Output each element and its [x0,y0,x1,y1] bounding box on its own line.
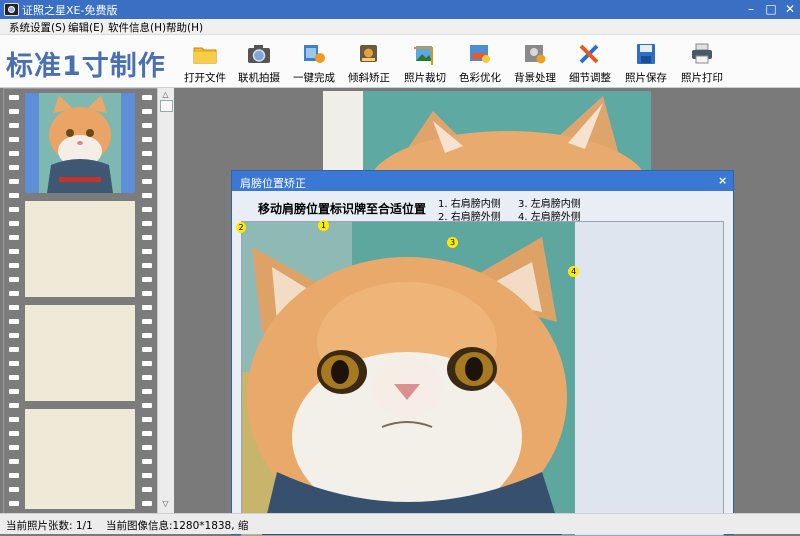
scroll-thumb[interactable] [160,100,173,112]
shoulder-marker-4[interactable]: 4 [568,266,579,277]
background-icon [525,45,546,64]
crop-icon [414,46,433,65]
shoulder-correction-dialog: 肩膀位置矫正 × 移动肩膀位置标识牌至合适位置 1. 右肩膀内侧 2. 右肩膀外… [231,170,734,536]
minimize-icon[interactable]: – [742,1,760,17]
color-optimize-button[interactable]: 色彩优化 [452,40,508,84]
menu-help[interactable]: 帮助(H) [166,20,203,35]
menu-edit[interactable]: 编辑(E) [68,20,104,35]
dialog-title-bar: 肩膀位置矫正 × [232,171,733,191]
open-file-button[interactable]: 打开文件 [177,40,233,84]
dialog-title: 肩膀位置矫正 [240,177,306,190]
scroll-down-icon[interactable]: ▽ [160,498,171,509]
window-title: 证照之星XE-免费版 [22,4,118,17]
tilt-correct-button[interactable]: 倾斜矫正 [341,40,397,84]
menu-software-info[interactable]: 软件信息(H) [108,20,166,35]
tilt-correct-icon [360,45,377,62]
online-capture-button[interactable]: 联机拍摄 [231,40,287,84]
folder-icon [193,47,217,64]
save-icon [637,44,655,64]
menu-system-settings[interactable]: 系统设置(S) [9,20,66,35]
shoulder-marker-2[interactable]: 2 [236,222,246,233]
photo-canvas[interactable]: 1 2 3 4 [236,220,724,536]
film-holes-right [141,89,153,514]
image-info-status: 当前图像信息:1280*1838, 缩 [106,520,249,532]
shoulder-marker-1[interactable]: 1 [318,220,329,231]
one-click-icon [304,45,325,63]
background-process-button[interactable]: 背景处理 [507,40,563,84]
shoulder-marker-3[interactable]: 3 [447,237,458,248]
maximize-icon[interactable]: □ [762,1,780,17]
photo-count-status: 当前照片张数: 1/1 [6,520,93,532]
toolbar: 标准1寸制作 打开文件 联机拍摄 一键完成 倾斜矫正 照片裁切 色彩优化 背景处… [0,35,800,88]
save-photo-button[interactable]: 照片保存 [618,40,674,84]
crop-button[interactable]: 照片裁切 [397,40,453,84]
thumbnail-slot-2[interactable] [25,201,135,297]
cat-thumbnail-image [39,93,121,193]
thumbnail-photo-1[interactable] [25,93,135,193]
print-photo-button[interactable]: 照片打印 [674,40,730,84]
photo-filmstrip [3,88,158,515]
status-bar: 当前照片张数: 1/1 当前图像信息:1280*1838, 缩 [0,513,800,534]
close-icon[interactable]: ✕ [781,1,799,17]
main-photo-preview [323,91,651,170]
dialog-close-icon[interactable]: × [718,174,727,187]
detail-adjust-button[interactable]: 细节调整 [562,40,618,84]
color-optimize-icon [470,45,490,63]
dialog-instruction: 移动肩膀位置标识牌至合适位置 [258,202,427,216]
camera-icon [248,45,270,63]
thumbnail-slot-3[interactable] [25,305,135,401]
app-camera-icon [4,3,19,16]
title-bar: 证照之星XE-免费版 – □ ✕ [0,0,800,19]
printer-icon [692,43,712,64]
thumbnail-slot-4[interactable] [25,409,135,509]
film-holes-left [8,89,20,514]
one-click-button[interactable]: 一键完成 [286,40,342,84]
detail-adjust-icon [579,44,599,64]
scroll-up-icon[interactable]: △ [160,89,171,100]
menu-bar: 系统设置(S) 编辑(E) 软件信息(H) 帮助(H) [0,19,800,35]
brand-title: 标准1寸制作 [6,51,166,82]
filmstrip-scrollbar[interactable]: △ ▽ [157,88,174,513]
cat-photo [242,222,575,535]
